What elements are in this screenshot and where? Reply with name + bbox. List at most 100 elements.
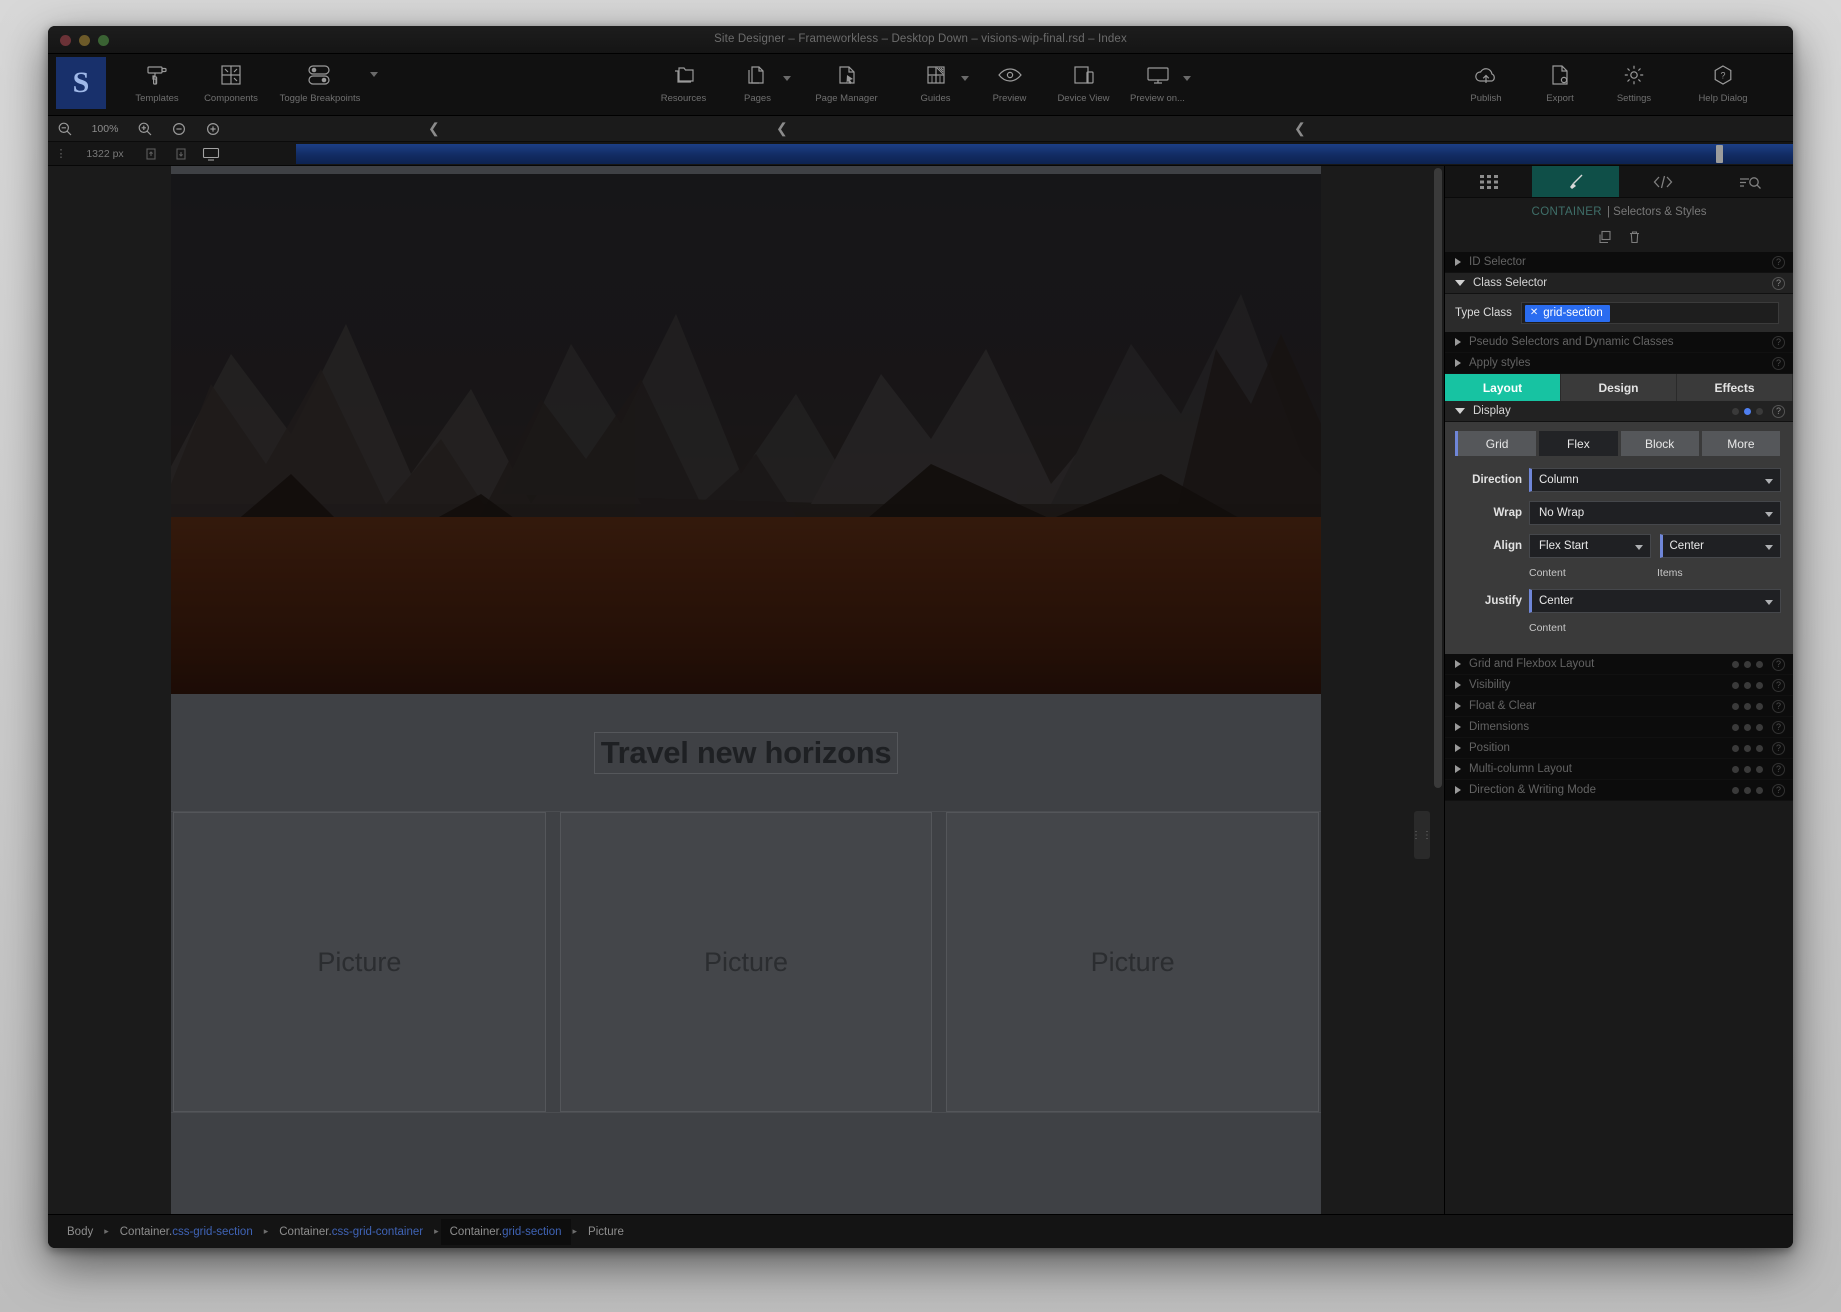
help-icon[interactable]: ? <box>1772 741 1785 755</box>
section-grid-and-flexbox-layout[interactable]: Grid and Flexbox Layout ? <box>1445 654 1793 675</box>
section-float-and-clear[interactable]: Float & Clear ? <box>1445 696 1793 717</box>
help-icon[interactable]: ? <box>1772 783 1785 797</box>
section-position[interactable]: Position ? <box>1445 738 1793 759</box>
tab-design[interactable]: Design <box>1561 374 1677 401</box>
wrap-select[interactable]: No Wrap <box>1529 501 1781 525</box>
breadcrumb-item-grid-section[interactable]: Container. grid-section <box>440 1218 571 1245</box>
section-multi-column-layout[interactable]: Multi-column Layout ? <box>1445 759 1793 780</box>
tab-effects[interactable]: Effects <box>1677 374 1793 401</box>
help-icon[interactable]: ? <box>1772 699 1785 713</box>
class-chip[interactable]: ✕ grid-section <box>1524 304 1610 322</box>
tab-layout[interactable]: Layout <box>1445 374 1561 401</box>
canvas-scrollbar-thumb[interactable] <box>1434 168 1442 788</box>
breakpoint-marker[interactable] <box>1716 145 1723 163</box>
class-chip-remove-icon[interactable]: ✕ <box>1530 307 1538 318</box>
direction-select[interactable]: Column <box>1529 468 1781 492</box>
help-icon[interactable]: ? <box>1772 678 1785 692</box>
breadcrumb-item-css-grid-section[interactable]: Container. css-grid-section <box>111 1219 262 1245</box>
display-mode-flex[interactable]: Flex <box>1539 431 1619 456</box>
section-apply-styles[interactable]: Apply styles ? <box>1445 353 1793 374</box>
ruler-arrow-left[interactable]: ❮ <box>428 120 440 137</box>
breakpoint-grip[interactable]: ⋮ <box>48 147 74 160</box>
section-class-selector[interactable]: Class Selector ? <box>1445 273 1793 294</box>
toolbar-settings-button[interactable]: Settings <box>1597 54 1671 104</box>
breakpoint-track[interactable] <box>296 144 1793 164</box>
toolbar-device-view-button[interactable]: Device View <box>1047 54 1121 104</box>
section-dimensions[interactable]: Dimensions ? <box>1445 717 1793 738</box>
picture-card[interactable]: Picture <box>559 812 933 1112</box>
search-panel-tab[interactable] <box>1706 166 1793 197</box>
toolbar-resources-button[interactable]: Resources <box>647 54 721 104</box>
page-cursor-icon <box>836 62 858 88</box>
chevron-down-icon[interactable] <box>782 76 791 81</box>
components-grid-icon <box>220 62 242 88</box>
panel-resize-handle[interactable]: ⋮⋮ <box>1411 811 1432 859</box>
code-panel-tab[interactable] <box>1619 166 1706 197</box>
inspector-action-row <box>1445 226 1793 252</box>
toolbar-export-button[interactable]: Export <box>1523 54 1597 104</box>
duplicate-icon[interactable] <box>1598 230 1612 249</box>
ruler-arrow-mid[interactable]: ❮ <box>776 120 788 137</box>
page-preview[interactable]: Travel new horizons Picture Picture Pict… <box>171 166 1321 1214</box>
help-icon[interactable]: ? <box>1772 276 1785 290</box>
plus-circle-icon[interactable] <box>196 121 230 137</box>
help-icon[interactable]: ? <box>1772 657 1785 671</box>
toolbar-components-button[interactable]: Components <box>194 54 268 104</box>
desktop-icon[interactable] <box>196 147 226 161</box>
section-direction-and-writing-mode[interactable]: Direction & Writing Mode ? <box>1445 780 1793 801</box>
toolbar-preview-on-button[interactable]: Preview on... <box>1121 54 1195 104</box>
canvas-scrollbar[interactable] <box>1434 166 1442 1214</box>
styles-panel-tab[interactable] <box>1532 166 1619 197</box>
chevron-down-icon[interactable] <box>960 76 969 81</box>
picture-card[interactable]: Picture <box>946 812 1320 1112</box>
minus-circle-icon[interactable] <box>162 121 196 137</box>
app-logo[interactable]: S <box>56 57 106 109</box>
headline-section[interactable]: Travel new horizons <box>171 694 1321 812</box>
toolbar-page-manager-button[interactable]: Page Manager <box>795 54 899 104</box>
breadcrumb-separator: ▸ <box>263 1226 269 1236</box>
help-icon[interactable]: ? <box>1772 356 1785 370</box>
help-icon[interactable]: ? <box>1772 335 1785 349</box>
toolbar-publish-button[interactable]: Publish <box>1449 54 1523 104</box>
toolbar-toggle-breakpoints-button[interactable]: Toggle Breakpoints <box>268 54 372 104</box>
design-canvas[interactable]: Travel new horizons Picture Picture Pict… <box>48 166 1445 1214</box>
zoom-in-icon[interactable] <box>128 121 162 137</box>
breakpoint-down-icon[interactable] <box>166 147 196 161</box>
breadcrumb-item-picture[interactable]: Picture <box>579 1219 633 1245</box>
grid-panel-tab[interactable] <box>1445 166 1532 197</box>
help-icon[interactable]: ? <box>1772 404 1785 418</box>
zoom-level-value[interactable]: 100% <box>82 123 128 135</box>
toolbar-pages-button[interactable]: Pages <box>721 54 795 104</box>
display-mode-block[interactable]: Block <box>1620 431 1700 456</box>
toolbar-preview-button[interactable]: Preview <box>973 54 1047 104</box>
breakpoint-up-icon[interactable] <box>136 147 166 161</box>
delete-icon[interactable] <box>1628 230 1641 249</box>
zoom-out-icon[interactable] <box>48 121 82 137</box>
type-class-input[interactable]: ✕ grid-section <box>1520 302 1779 324</box>
section-visibility[interactable]: Visibility ? <box>1445 675 1793 696</box>
toolbar-templates-button[interactable]: Templates <box>120 54 194 104</box>
ruler-arrow-right[interactable]: ❮ <box>1294 120 1306 137</box>
section-display[interactable]: Display ? <box>1445 401 1793 422</box>
toolbar-guides-button[interactable]: Guides <box>899 54 973 104</box>
display-mode-grid[interactable]: Grid <box>1458 431 1538 456</box>
help-icon[interactable]: ? <box>1772 255 1785 269</box>
justify-content-select[interactable]: Center <box>1529 589 1781 613</box>
chevron-down-icon[interactable] <box>1182 76 1191 81</box>
toolbar-help-dialog-button[interactable]: ? Help Dialog <box>1671 54 1775 104</box>
help-icon[interactable]: ? <box>1772 720 1785 734</box>
breadcrumb-item-css-grid-container[interactable]: Container. css-grid-container <box>270 1219 432 1245</box>
section-id-selector[interactable]: ID Selector ? <box>1445 252 1793 273</box>
picture-card[interactable]: Picture <box>173 812 546 1112</box>
align-content-select[interactable]: Flex Start <box>1529 534 1651 558</box>
align-items-select[interactable]: Center <box>1659 534 1781 558</box>
page-headline[interactable]: Travel new horizons <box>593 731 899 774</box>
section-pseudo-selectors[interactable]: Pseudo Selectors and Dynamic Classes ? <box>1445 332 1793 353</box>
hero-image[interactable] <box>171 174 1321 694</box>
breadcrumb-item-body[interactable]: Body <box>58 1219 102 1245</box>
section-pseudo-selectors-label: Pseudo Selectors and Dynamic Classes <box>1469 336 1674 348</box>
help-icon[interactable]: ? <box>1772 762 1785 776</box>
chevron-down-icon <box>1765 545 1773 550</box>
breakpoint-width-value[interactable]: 1322 px <box>74 148 136 160</box>
display-mode-more[interactable]: More <box>1701 431 1781 456</box>
